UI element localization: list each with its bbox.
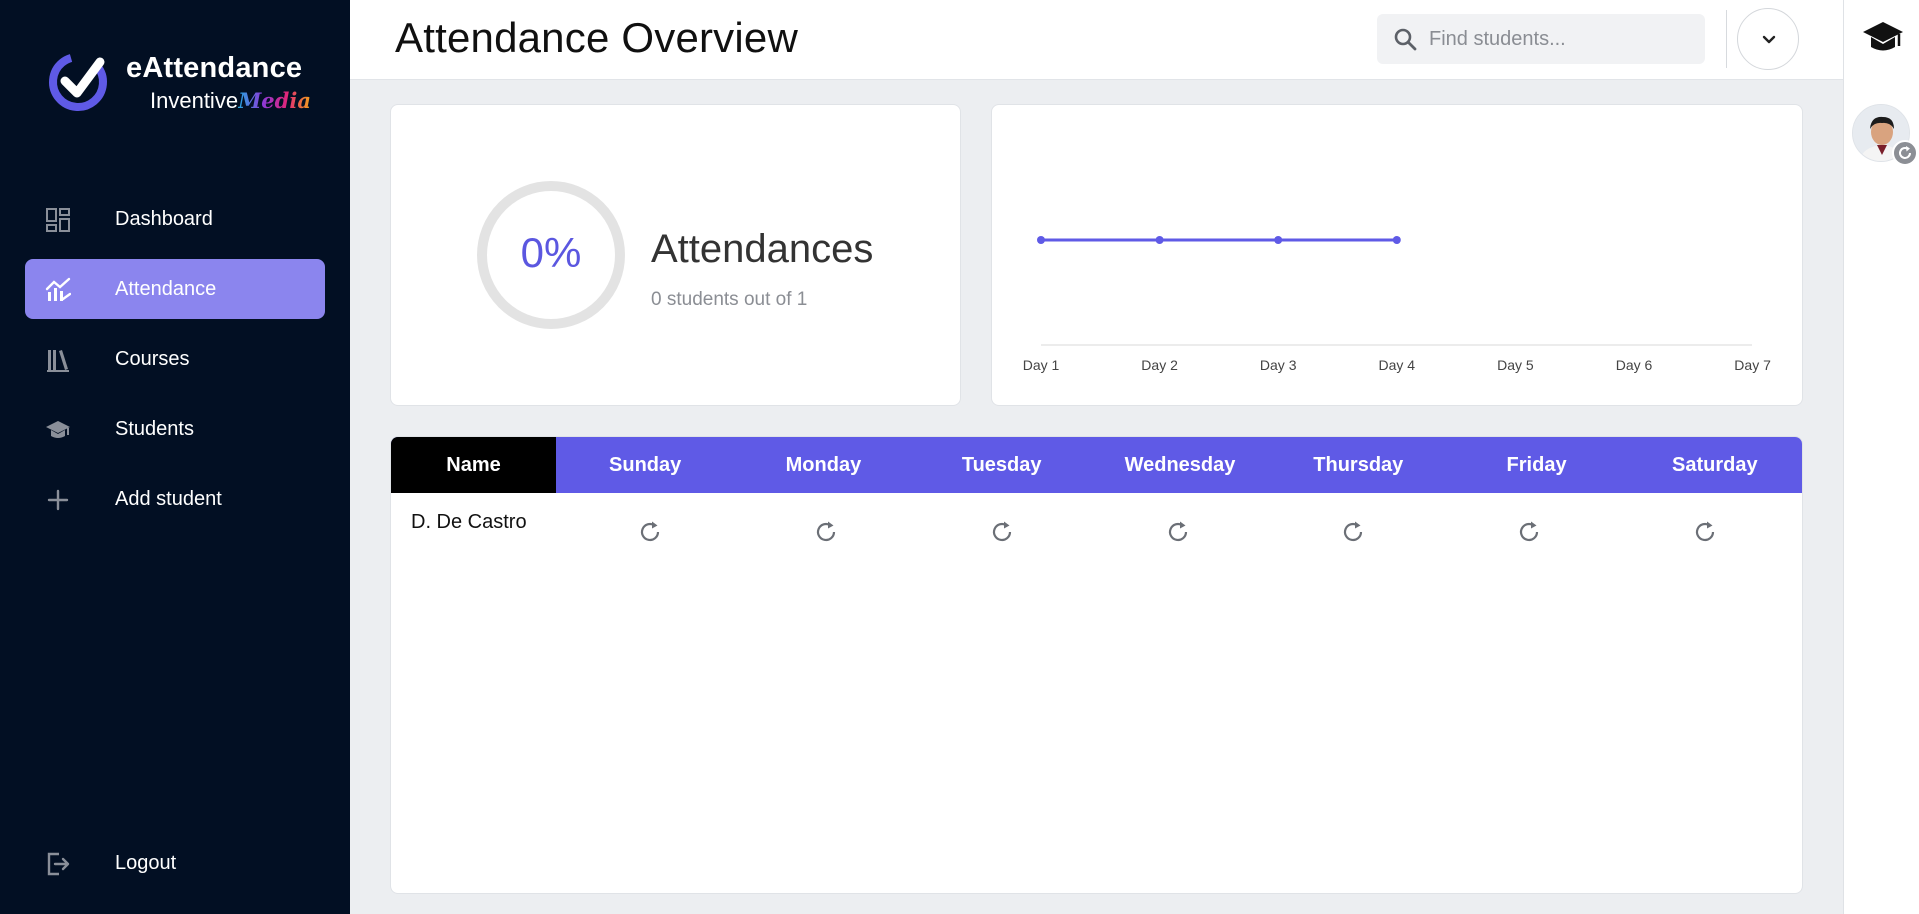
- x-tick-label: Day 6: [1616, 357, 1653, 373]
- logout-button[interactable]: Logout: [25, 833, 325, 893]
- sidebar-item-label: Courses: [115, 347, 190, 370]
- header-divider: [1726, 10, 1727, 68]
- sidebar-item-courses[interactable]: Courses: [25, 329, 325, 389]
- search-icon: [1394, 28, 1417, 51]
- x-tick-label: Day 5: [1497, 357, 1534, 373]
- graduation-cap-icon[interactable]: [1862, 18, 1904, 58]
- stat-subtitle: 0 students out of 1: [651, 289, 808, 310]
- attendance-stat-card: 0% Attendances 0 students out of 1: [390, 104, 961, 406]
- column-header-monday: Monday: [785, 454, 862, 476]
- profile-dropdown-button[interactable]: [1737, 8, 1799, 70]
- column-header-wednesday: Wednesday: [1124, 454, 1236, 476]
- sidebar-item-label: Students: [115, 417, 194, 440]
- column-header-thursday: Thursday: [1313, 454, 1404, 476]
- logout-icon: [47, 852, 70, 876]
- logo-subtitle-accent: Media: [238, 88, 311, 113]
- sidebar-item-label: Dashboard: [115, 207, 213, 230]
- data-point[interactable]: [1155, 236, 1164, 244]
- data-point[interactable]: [1037, 236, 1045, 244]
- dashboard-icon: [46, 208, 70, 232]
- logo-subtitle-text: Inventive: [150, 88, 239, 113]
- x-tick-label: Day 2: [1141, 357, 1178, 373]
- sidebar-item-label: Add student: [115, 487, 222, 510]
- x-tick-label: Day 4: [1379, 357, 1416, 373]
- graduation-cap-icon: [46, 421, 70, 438]
- data-point[interactable]: [1392, 236, 1401, 244]
- refresh-icon[interactable]: [989, 519, 1015, 545]
- x-tick-label: Day 1: [1023, 357, 1060, 373]
- column-header-name: Name: [391, 437, 556, 493]
- data-point[interactable]: [1274, 236, 1283, 244]
- refresh-icon[interactable]: [1516, 519, 1542, 545]
- student-name[interactable]: D. De Castro: [411, 511, 527, 534]
- refresh-icon: [1899, 146, 1911, 159]
- refresh-icon[interactable]: [637, 519, 663, 545]
- logo-check-icon: [49, 53, 107, 111]
- avatar-status-badge: [1892, 140, 1918, 166]
- logout-label: Logout: [115, 851, 177, 874]
- chevron-down-icon: [1762, 35, 1776, 44]
- refresh-icon[interactable]: [813, 519, 839, 545]
- column-header-saturday: Saturday: [1672, 454, 1758, 476]
- refresh-icon[interactable]: [1340, 519, 1366, 545]
- sidebar-item-dashboard[interactable]: Dashboard: [25, 189, 325, 249]
- top-header: Attendance Overview: [350, 0, 1843, 80]
- sidebar-item-attendance[interactable]: Attendance: [25, 259, 325, 319]
- column-header-friday: Friday: [1506, 454, 1567, 476]
- refresh-icon[interactable]: [1165, 519, 1191, 545]
- right-rail: [1843, 0, 1919, 914]
- sidebar-item-label: Attendance: [115, 277, 217, 300]
- attendance-table: Name Sunday Monday Tuesday Wednesday Thursday…: [390, 436, 1803, 894]
- app-logo[interactable]: eAttendance InventiveMedia: [48, 46, 311, 118]
- attendance-line-chart: Day 1 Day 2 Day 3 Day 4 Day 5 Day 6 Day 7: [1023, 236, 1771, 373]
- table-header: Name Sunday Monday Tuesday Wednesday Thursday…: [391, 437, 1802, 493]
- search-bar: [1377, 14, 1705, 64]
- logo-title: eAttendance: [126, 52, 303, 84]
- attendance-chart-card: Day 1 Day 2 Day 3 Day 4 Day 5 Day 6 Day 7: [991, 104, 1803, 406]
- plus-icon: [47, 489, 69, 511]
- attendance-percent: 0%: [520, 229, 582, 276]
- logo-subtitle: InventiveMedia: [150, 88, 311, 114]
- chart-trend-icon: [45, 277, 71, 301]
- stat-title: Attendances: [651, 227, 874, 271]
- sidebar-item-add-student[interactable]: Add student: [25, 469, 325, 529]
- x-tick-label: Day 3: [1260, 357, 1297, 373]
- search-input[interactable]: [1429, 14, 1689, 64]
- table-row: D. De Castro: [391, 493, 1802, 565]
- sidebar: eAttendance InventiveMedia Dashboard Att…: [0, 0, 350, 914]
- x-tick-label: Day 7: [1734, 357, 1771, 373]
- books-icon: [47, 350, 69, 372]
- page-title: Attendance Overview: [395, 14, 799, 61]
- refresh-icon[interactable]: [1692, 519, 1718, 545]
- column-header-sunday: Sunday: [609, 454, 682, 476]
- sidebar-item-students[interactable]: Students: [25, 399, 325, 459]
- column-header-tuesday: Tuesday: [961, 454, 1042, 476]
